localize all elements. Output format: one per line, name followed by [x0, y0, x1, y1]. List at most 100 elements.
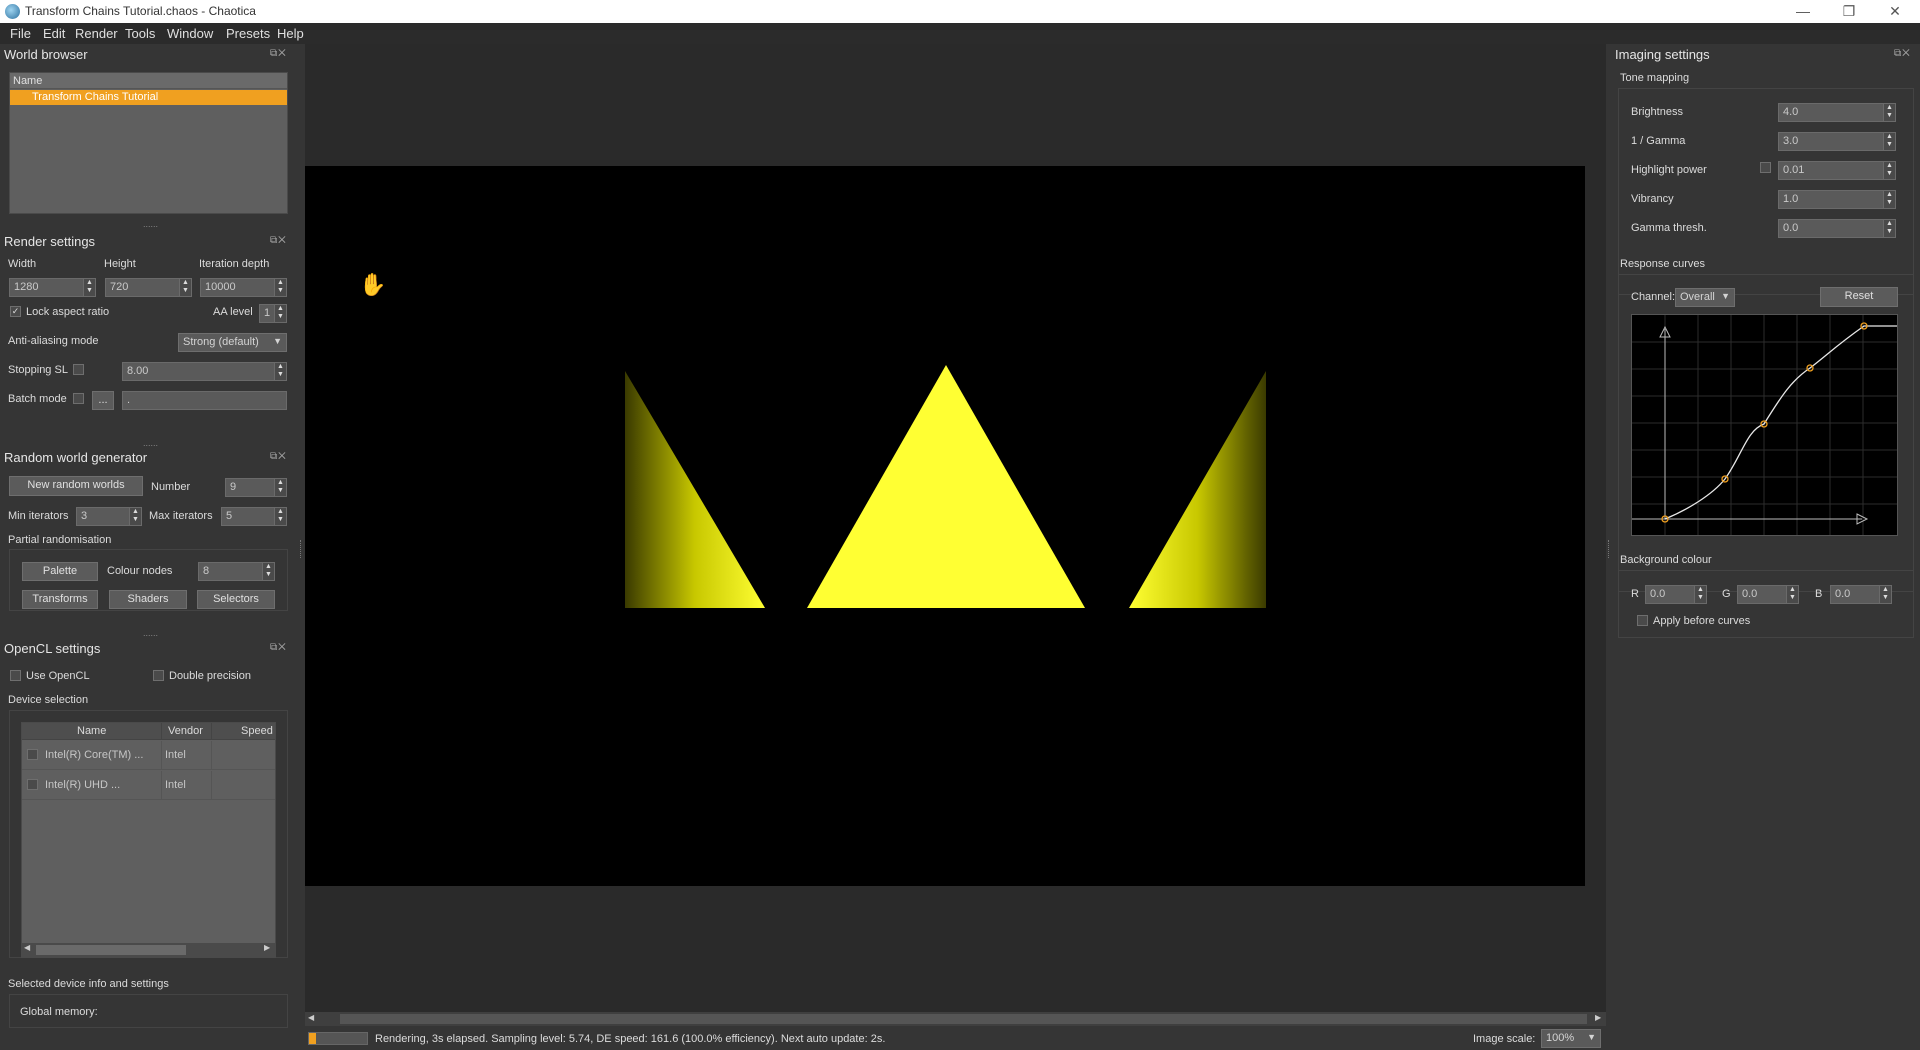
spin-arrows-icon[interactable]: ▲ ▼: [1786, 586, 1798, 603]
background-g-spinbox[interactable]: 0.0 ▲ ▼: [1737, 585, 1799, 604]
spin-arrows-icon[interactable]: ▲ ▼: [274, 363, 286, 380]
menu-tools[interactable]: Tools: [125, 26, 155, 41]
dock-float-close-icons[interactable]: ⧉✕: [270, 48, 287, 59]
column-header-name[interactable]: Name: [77, 725, 106, 737]
use-opencl-checkbox[interactable]: [10, 670, 21, 681]
dock-float-close-icons[interactable]: ⧉✕: [270, 235, 287, 246]
spin-arrows-icon[interactable]: ▲ ▼: [1883, 191, 1895, 208]
spin-arrows-icon[interactable]: ▲ ▼: [274, 279, 286, 296]
device-table[interactable]: Name Vendor Speed Intel(R) Core(TM) ... …: [21, 722, 276, 958]
table-row[interactable]: Intel(R) UHD ... Intel: [22, 771, 275, 800]
close-button[interactable]: ✕: [1872, 0, 1918, 23]
gamma-thresh-spinbox[interactable]: 0.0 ▲ ▼: [1778, 219, 1896, 238]
reset-curves-button[interactable]: Reset: [1820, 287, 1898, 307]
scroll-right-icon[interactable]: ▶: [264, 943, 270, 952]
opencl-settings-title: OpenCL settings: [4, 641, 101, 656]
stopping-sl-checkbox[interactable]: [73, 364, 84, 375]
maximize-button[interactable]: ❐: [1826, 0, 1872, 23]
chaotica-app-icon: [5, 4, 20, 19]
horizontal-scrollbar[interactable]: ◀ ▶: [22, 943, 275, 957]
brightness-spinbox[interactable]: 4.0 ▲ ▼: [1778, 103, 1896, 122]
selected-device-label: Selected device info and settings: [8, 978, 169, 990]
menu-render[interactable]: Render: [75, 26, 118, 41]
highlight-power-checkbox[interactable]: [1760, 162, 1771, 173]
number-spinbox[interactable]: 9 ▲ ▼: [225, 478, 287, 497]
splitter-handle[interactable]: ......: [143, 438, 158, 448]
viewport-horizontal-scrollbar[interactable]: ◀ ▶: [305, 1012, 1606, 1026]
image-scale-select[interactable]: 100% ▼: [1541, 1029, 1601, 1048]
iteration-depth-spinbox[interactable]: 10000 ▲ ▼: [200, 278, 287, 297]
menu-help[interactable]: Help: [277, 26, 304, 41]
spin-arrows-icon[interactable]: ▲ ▼: [1694, 586, 1706, 603]
spin-arrows-icon[interactable]: ▲ ▼: [1883, 220, 1895, 237]
minimize-button[interactable]: —: [1780, 0, 1826, 23]
spin-arrows-icon[interactable]: ▲ ▼: [274, 479, 286, 496]
dock-float-close-icons[interactable]: ⧉✕: [270, 642, 287, 653]
double-precision-checkbox[interactable]: [153, 670, 164, 681]
dock-splitter-left[interactable]: [300, 540, 303, 558]
column-header-speed[interactable]: Speed: [241, 725, 273, 737]
min-iterators-spinbox[interactable]: 3 ▲ ▼: [76, 507, 142, 526]
render-viewport[interactable]: ✋ ◀ ▶: [305, 44, 1606, 1026]
height-spinbox[interactable]: 720 ▲ ▼: [105, 278, 192, 297]
menu-edit[interactable]: Edit: [43, 26, 65, 41]
scrollbar-thumb[interactable]: [36, 945, 186, 955]
stopping-sl-spinbox[interactable]: 8.00 ▲ ▼: [122, 362, 287, 381]
spin-arrows-icon[interactable]: ▲ ▼: [274, 508, 286, 525]
menu-window[interactable]: Window: [167, 26, 213, 41]
spin-arrows-icon[interactable]: ▲ ▼: [1879, 586, 1891, 603]
dock-float-close-icons[interactable]: ⧉✕: [1894, 48, 1911, 59]
splitter-handle[interactable]: ......: [143, 219, 158, 229]
batch-mode-checkbox[interactable]: [73, 393, 84, 404]
spin-arrows-icon[interactable]: ▲ ▼: [129, 508, 141, 525]
background-b-spinbox[interactable]: 0.0 ▲ ▼: [1830, 585, 1892, 604]
response-curve-editor[interactable]: [1631, 314, 1898, 536]
spin-arrows-icon[interactable]: ▲ ▼: [1883, 104, 1895, 121]
channel-select[interactable]: Overall ▼: [1675, 288, 1735, 307]
scroll-left-icon[interactable]: ◀: [308, 1013, 314, 1022]
spin-arrows-icon[interactable]: ▲ ▼: [262, 563, 274, 580]
lock-aspect-checkbox[interactable]: ✓: [10, 306, 21, 317]
vibrancy-spinbox[interactable]: 1.0 ▲ ▼: [1778, 190, 1896, 209]
transforms-button[interactable]: Transforms: [22, 590, 98, 609]
render-canvas[interactable]: [305, 166, 1585, 886]
splitter-handle[interactable]: ......: [143, 628, 158, 638]
batch-browse-button[interactable]: ...: [92, 391, 114, 410]
spin-arrows-icon[interactable]: ▲ ▼: [1883, 133, 1895, 150]
spin-arrows-icon[interactable]: ▲ ▼: [1883, 162, 1895, 179]
table-row[interactable]: Intel(R) Core(TM) ... Intel: [22, 741, 275, 770]
spin-arrows-icon[interactable]: ▲ ▼: [179, 279, 191, 296]
world-list[interactable]: Name Transform Chains Tutorial: [9, 72, 288, 214]
highlight-power-label: Highlight power: [1631, 164, 1707, 176]
world-list-item[interactable]: Transform Chains Tutorial: [10, 90, 287, 105]
spin-arrows-icon[interactable]: ▲ ▼: [83, 279, 95, 296]
new-random-worlds-button[interactable]: New random worlds: [9, 476, 143, 496]
selectors-button[interactable]: Selectors: [197, 590, 275, 609]
shaders-button[interactable]: Shaders: [109, 590, 187, 609]
colour-nodes-spinbox[interactable]: 8 ▲ ▼: [198, 562, 275, 581]
menu-file[interactable]: File: [10, 26, 31, 41]
palette-button[interactable]: Palette: [22, 562, 98, 581]
apply-before-curves-checkbox[interactable]: [1637, 615, 1648, 626]
dock-float-close-icons[interactable]: ⧉✕: [270, 451, 287, 462]
highlight-power-spinbox[interactable]: 0.01 ▲ ▼: [1778, 161, 1896, 180]
column-header-vendor[interactable]: Vendor: [168, 725, 203, 737]
menu-presets[interactable]: Presets: [226, 26, 270, 41]
spin-arrows-icon[interactable]: ▲ ▼: [274, 305, 286, 322]
scrollbar-thumb[interactable]: [340, 1014, 1587, 1024]
world-list-header[interactable]: Name: [10, 73, 287, 89]
aa-mode-select[interactable]: Strong (default) ▼: [178, 333, 287, 352]
width-spinbox[interactable]: 1280 ▲ ▼: [9, 278, 96, 297]
scroll-right-icon[interactable]: ▶: [1595, 1013, 1601, 1022]
background-r-spinbox[interactable]: 0.0 ▲ ▼: [1645, 585, 1707, 604]
device-checkbox[interactable]: [27, 779, 38, 790]
partial-randomisation-label: Partial randomisation: [8, 534, 112, 546]
gamma-spinbox[interactable]: 3.0 ▲ ▼: [1778, 132, 1896, 151]
batch-path-input[interactable]: .: [122, 391, 287, 410]
max-iterators-spinbox[interactable]: 5 ▲ ▼: [221, 507, 287, 526]
dock-splitter-right[interactable]: [1608, 540, 1611, 558]
scroll-left-icon[interactable]: ◀: [24, 943, 30, 952]
device-checkbox[interactable]: [27, 749, 38, 760]
image-scale-value: 100%: [1546, 1032, 1575, 1044]
aa-level-spinbox[interactable]: 1 ▲ ▼: [259, 304, 287, 323]
